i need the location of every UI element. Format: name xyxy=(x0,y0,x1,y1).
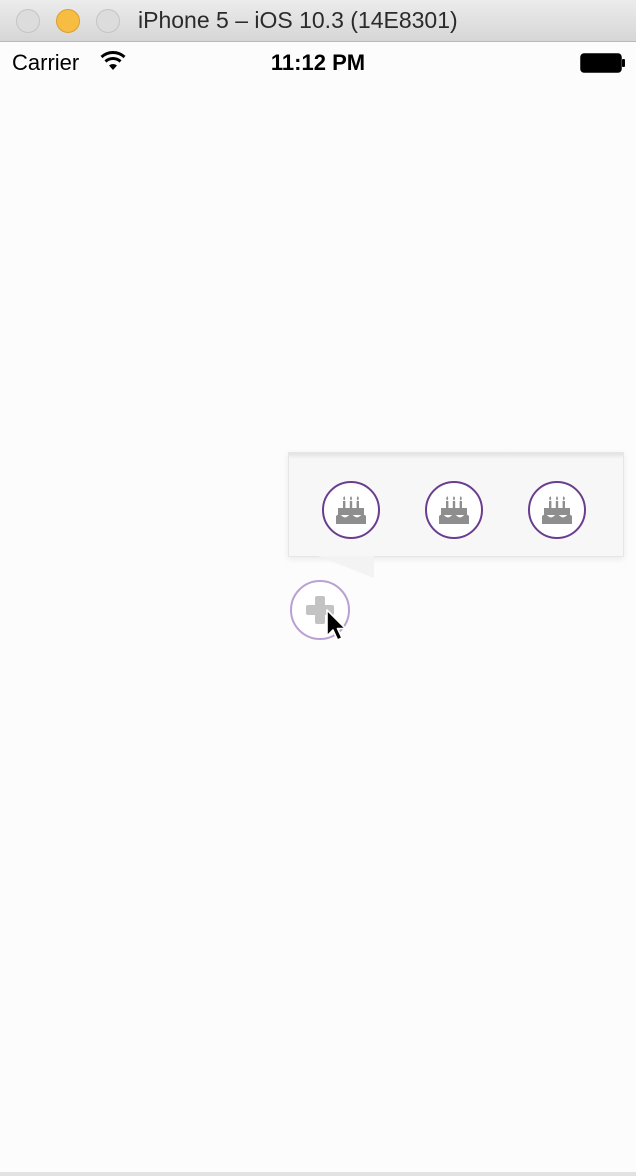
menu-pointer xyxy=(318,556,374,578)
screen-bottom-edge xyxy=(0,1172,636,1176)
mouse-cursor-icon xyxy=(326,609,347,641)
menu-item-cake-3[interactable] xyxy=(528,481,586,539)
menu-item-cake-2[interactable] xyxy=(425,481,483,539)
birthday-cake-icon xyxy=(542,496,572,524)
window-zoom-button[interactable] xyxy=(96,9,120,33)
ios-status-bar: Carrier 11:12 PM xyxy=(0,42,636,82)
window-close-button[interactable] xyxy=(16,9,40,33)
birthday-cake-icon xyxy=(336,496,366,524)
birthday-cake-icon xyxy=(439,496,469,524)
menu-item-cake-1[interactable] xyxy=(322,481,380,539)
window-title: iPhone 5 – iOS 10.3 (14E8301) xyxy=(138,7,458,33)
window-minimize-button[interactable] xyxy=(56,9,80,33)
simulator-title-bar: iPhone 5 – iOS 10.3 (14E8301) xyxy=(0,0,636,42)
status-time: 11:12 PM xyxy=(270,50,366,75)
battery-icon xyxy=(580,53,625,73)
